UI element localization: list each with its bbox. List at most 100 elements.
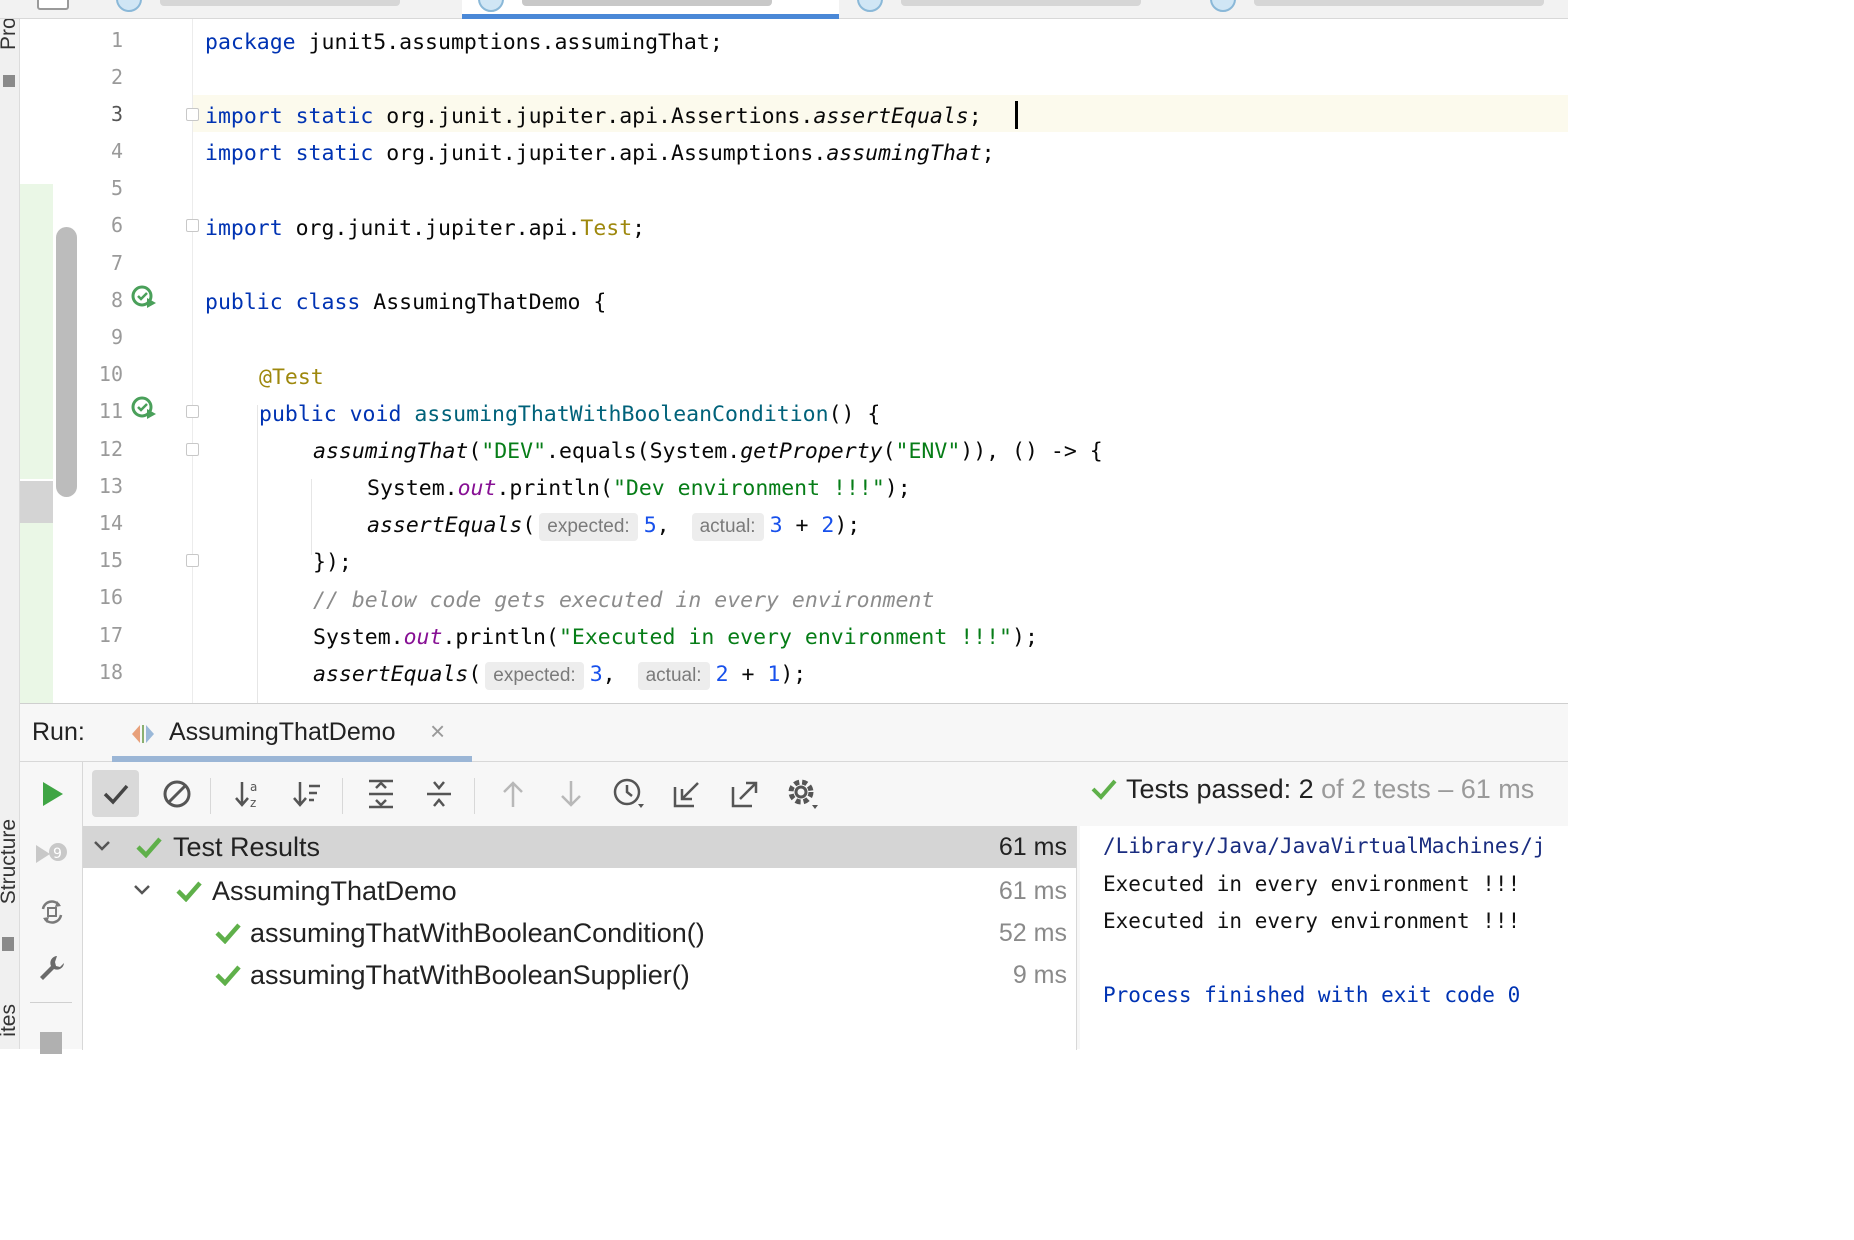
test-results-tree: Test Results 61 ms AssumingThatDemo 61 m…: [83, 826, 1077, 1050]
tree-label: AssumingThatDemo: [212, 876, 457, 906]
line-number: 13: [98, 474, 123, 498]
checkmark-icon: [136, 837, 162, 858]
code-editor[interactable]: 1 2 3 4 5 6 7 8 9 10 11 12 13 14 15 16 1…: [20, 19, 1568, 703]
tree-row-class[interactable]: AssumingThatDemo 61 ms: [83, 870, 1077, 912]
status-suffix: of 2 tests – 61 ms: [1321, 774, 1535, 804]
code-area[interactable]: package junit5.assumptions.assumingThat;…: [205, 19, 1568, 703]
line-number: 1: [110, 28, 123, 52]
export-icon[interactable]: [721, 770, 768, 817]
line-number: 15: [98, 548, 123, 572]
collapse-all-icon[interactable]: [415, 770, 462, 817]
line-number-gutter: 1 2 3 4 5 6 7 8 9 10 11 12 13 14 15 16 1…: [83, 19, 199, 703]
line-number: 6: [110, 213, 123, 237]
project-tool-label[interactable]: Proje: [0, 19, 19, 50]
fold-marker-icon[interactable]: [186, 405, 199, 418]
status-count: 2: [1298, 774, 1314, 804]
status-prefix: Tests passed:: [1126, 774, 1292, 804]
tree-time: 61 ms: [998, 833, 1067, 861]
code-line-12: assumingThat("DEV".equals(System.getProp…: [313, 439, 1103, 464]
code-line-13: System.out.println("Dev environment !!!"…: [367, 476, 911, 501]
code-line-8: public class AssumingThatDemo {: [205, 290, 607, 315]
checkmark-icon: [215, 923, 241, 944]
sort-alpha-icon[interactable]: az: [225, 770, 272, 817]
tree-label: assumingThatWithBooleanSupplier(): [250, 960, 690, 990]
close-icon[interactable]: ×: [430, 716, 445, 747]
editor-tab-strip: [0, 0, 1568, 19]
checkmark-icon: [176, 881, 202, 902]
editor-tab-active[interactable]: [462, 0, 839, 19]
run-header: Run: AssumingThatDemo ×: [20, 704, 1568, 762]
fold-marker-icon[interactable]: [186, 554, 199, 567]
toggle-auto-test-icon[interactable]: [32, 894, 72, 930]
rerun-failed-icon[interactable]: 9: [32, 836, 72, 872]
run-tab-title: AssumingThatDemo: [169, 718, 396, 746]
structure-tool-icon[interactable]: [2, 937, 14, 951]
expand-all-icon[interactable]: [357, 770, 404, 817]
code-line-14: assertEquals(expected: 5, actual: 3 + 2);: [367, 506, 860, 543]
tree-time: 52 ms: [998, 919, 1067, 947]
arrow-up-icon[interactable]: [489, 770, 536, 817]
tree-row-root[interactable]: Test Results 61 ms: [83, 826, 1077, 868]
line-number: 14: [98, 511, 123, 535]
code-line-6: import org.junit.jupiter.api.Test;: [205, 216, 646, 241]
run-gutter-icon[interactable]: [131, 396, 159, 420]
run-side-toolbar: 9: [20, 762, 83, 1054]
console-line: Executed in every environment !!!: [1103, 872, 1521, 896]
tree-label: assumingThatWithBooleanCondition(): [250, 918, 705, 948]
line-number: 11: [98, 399, 123, 423]
wrench-icon[interactable]: [32, 950, 72, 986]
editor-tab-3[interactable]: [841, 0, 1196, 19]
line-number: 3: [110, 102, 123, 126]
structure-tool-label[interactable]: Structure: [0, 819, 19, 904]
arrow-down-icon[interactable]: [547, 770, 594, 817]
import-icon[interactable]: [663, 770, 710, 817]
run-tab[interactable]: AssumingThatDemo ×: [112, 704, 472, 762]
editor-scroll-thumb[interactable]: [56, 227, 77, 497]
console-line: /Library/Java/JavaVirtualMachines/j: [1103, 834, 1546, 858]
chevron-down-icon[interactable]: [93, 840, 111, 852]
tree-time: 61 ms: [998, 877, 1067, 905]
tree-label: Test Results: [173, 832, 321, 862]
cancel-icon[interactable]: [153, 770, 200, 817]
line-number: 9: [110, 325, 123, 349]
change-marker-strip: [20, 19, 53, 703]
line-number: 12: [98, 437, 123, 461]
gear-icon[interactable]: [779, 770, 826, 817]
line-number: 17: [98, 623, 123, 647]
history-icon[interactable]: [605, 770, 652, 817]
console-output[interactable]: /Library/Java/JavaVirtualMachines/j Exec…: [1080, 826, 1568, 1050]
rerun-icon[interactable]: [36, 778, 68, 810]
fold-marker-icon[interactable]: [186, 219, 199, 232]
show-passed-toggle[interactable]: [92, 770, 139, 817]
editor-tab-left-icon[interactable]: [37, 0, 69, 10]
junit-run-icon: [132, 725, 154, 743]
param-hint: actual:: [691, 513, 764, 541]
param-hint: actual:: [637, 662, 710, 690]
line-number: 10: [98, 362, 123, 386]
fold-marker-icon[interactable]: [186, 108, 199, 121]
checkmark-icon: [1091, 779, 1117, 800]
sort-duration-icon[interactable]: [283, 770, 330, 817]
line-number: 7: [110, 251, 123, 275]
tree-row-test[interactable]: assumingThatWithBooleanSupplier() 9 ms: [83, 954, 1077, 996]
code-line-18: assertEquals(expected: 3, actual: 2 + 1);: [313, 655, 806, 692]
run-label: Run:: [32, 718, 85, 746]
param-hint: expected:: [485, 662, 584, 690]
editor-tab-4[interactable]: [1198, 0, 1568, 19]
chevron-down-icon[interactable]: [133, 884, 151, 896]
code-line-3: import static org.junit.jupiter.api.Asse…: [205, 104, 982, 129]
code-line-11: public void assumingThatWithBooleanCondi…: [259, 402, 881, 427]
svg-text:z: z: [250, 796, 256, 810]
run-gutter-icon[interactable]: [131, 285, 159, 309]
tree-row-test[interactable]: assumingThatWithBooleanCondition() 52 ms: [83, 912, 1077, 954]
project-tool-icon[interactable]: [3, 75, 15, 87]
line-number: 4: [110, 139, 123, 163]
stop-icon[interactable]: [40, 1032, 62, 1054]
checkmark-icon: [215, 965, 241, 986]
favorites-tool-label[interactable]: ites: [0, 1004, 19, 1037]
editor-tab-1[interactable]: [100, 0, 460, 19]
code-line-17: System.out.println("Executed in every en…: [313, 625, 1038, 650]
fold-marker-icon[interactable]: [186, 443, 199, 456]
code-line-10: @Test: [259, 365, 324, 390]
test-status: Tests passed: 2 of 2 tests – 61 ms: [1090, 774, 1534, 805]
